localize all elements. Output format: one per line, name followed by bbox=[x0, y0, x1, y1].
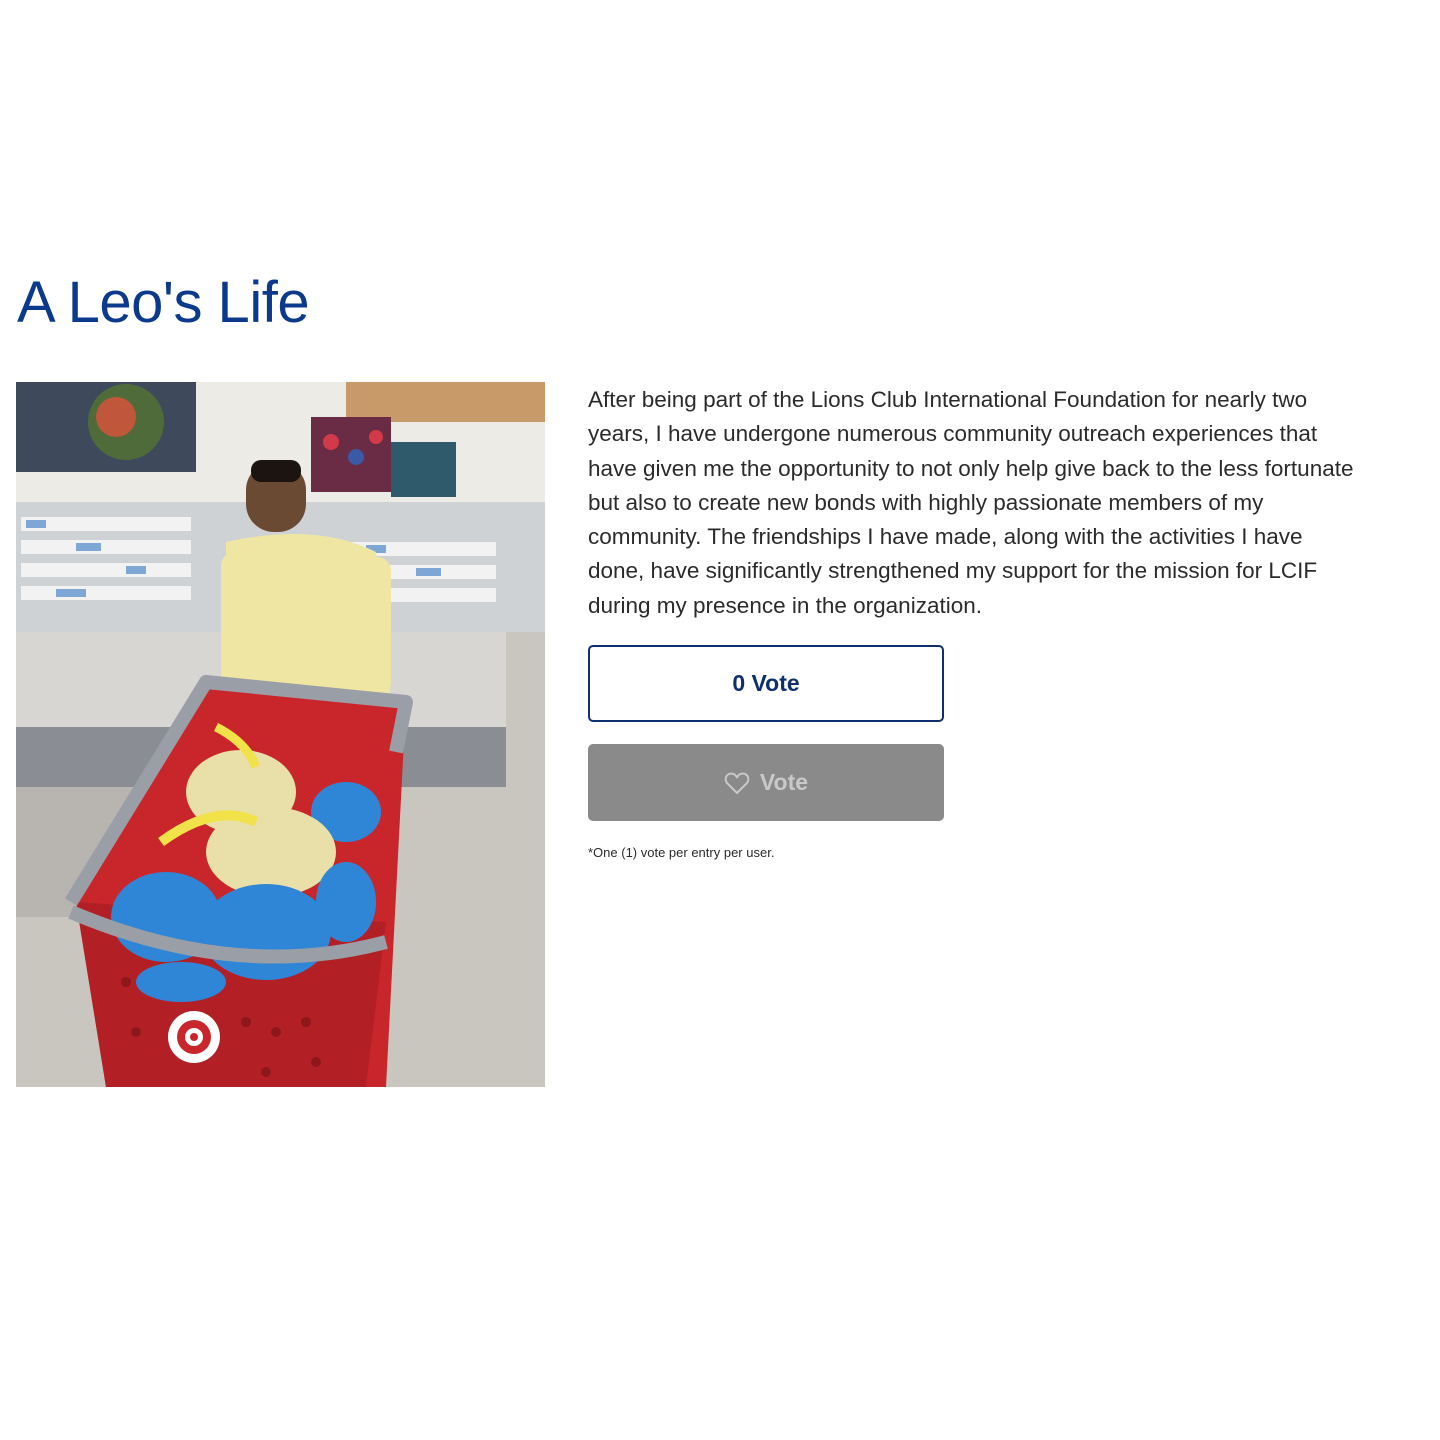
page-title: A Leo's Life bbox=[17, 270, 310, 335]
entry-photo bbox=[16, 382, 545, 1087]
vote-disclaimer: *One (1) vote per entry per user. bbox=[588, 845, 775, 860]
vote-count-label: 0 Vote bbox=[732, 670, 800, 696]
entry-description: After being part of the Lions Club Inter… bbox=[588, 387, 1354, 618]
vote-count-button[interactable]: 0 Vote bbox=[588, 645, 944, 722]
vote-button[interactable]: Vote bbox=[588, 744, 944, 821]
vote-button-label: Vote bbox=[759, 769, 809, 795]
heart-outline-icon bbox=[724, 771, 750, 795]
